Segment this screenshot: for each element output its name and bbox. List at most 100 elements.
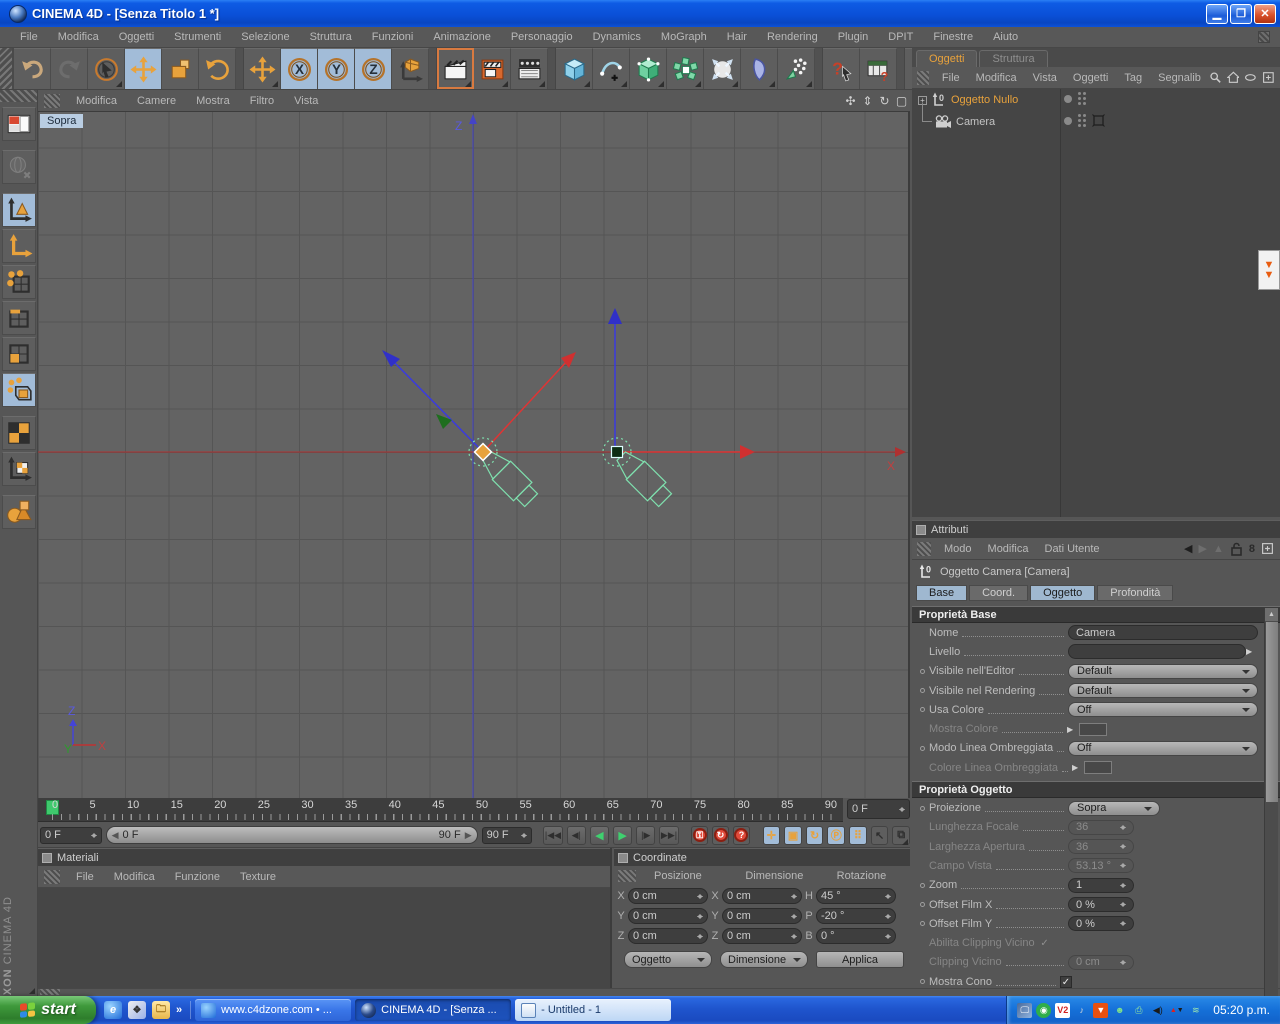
dim-y-field[interactable]: 0 cm	[722, 908, 802, 924]
materials-menu-grip[interactable]	[44, 869, 60, 884]
lock-z-axis-button[interactable]: Z	[355, 48, 392, 89]
visibile-rendering-dropdown[interactable]: Default	[1068, 683, 1258, 699]
tab-base[interactable]: Base	[916, 584, 968, 601]
play-forward-button[interactable]: ▶	[613, 825, 633, 845]
viewport[interactable]: Sopra Z X Z X Y	[38, 112, 910, 798]
tab-profondita[interactable]: Profondità	[1097, 584, 1174, 601]
mat-menu-file[interactable]: File	[66, 869, 104, 885]
lock-x-axis-button[interactable]: X	[281, 48, 318, 89]
menu-aiuto[interactable]: Aiuto	[983, 29, 1028, 45]
record-keyframe-button[interactable]: ⚿	[691, 825, 709, 845]
livello-field[interactable]	[1068, 644, 1246, 660]
editor-visibility-dot[interactable]	[1064, 94, 1072, 103]
task-untitled[interactable]: - Untitled - 1	[515, 999, 672, 1021]
om-menu-modifica[interactable]: Modifica	[968, 70, 1025, 86]
campo-vista-field[interactable]: 53.13 °	[1068, 858, 1134, 874]
toolbar-grip[interactable]	[0, 48, 14, 89]
clipping-vicino-field[interactable]: 0 cm	[1068, 954, 1134, 970]
mat-menu-texture[interactable]: Texture	[230, 869, 286, 885]
lock-icon[interactable]	[1230, 542, 1243, 556]
object-library-icon[interactable]	[1, 495, 36, 529]
vp-menu-mostra[interactable]: Mostra	[186, 93, 240, 109]
scroll-up-icon[interactable]: ▲	[1265, 608, 1278, 621]
scrollbar-thumb[interactable]	[1266, 622, 1278, 802]
rot-b-field[interactable]: 0 °	[816, 928, 896, 944]
live-selection-tool[interactable]	[88, 48, 125, 89]
vp-menu-filtro[interactable]: Filtro	[240, 93, 284, 109]
viewport-maximize-icon[interactable]: ▢	[893, 94, 910, 108]
object-row-null[interactable]: + 0 Oggetto Nullo	[912, 89, 1280, 111]
attr-menu-modo[interactable]: Modo	[936, 541, 980, 557]
mat-menu-modifica[interactable]: Modifica	[104, 869, 165, 885]
mostra-colore-arrow[interactable]: ▶	[1067, 725, 1077, 734]
menu-dynamics[interactable]: Dynamics	[583, 29, 651, 45]
render-visibility-dots[interactable]	[1078, 114, 1086, 127]
quicklaunch-overflow-chevron[interactable]: »	[176, 1004, 182, 1016]
undo-button[interactable]	[14, 48, 51, 89]
render-settings-button[interactable]	[511, 48, 548, 89]
history-depth-icon[interactable]: 8	[1249, 543, 1255, 555]
current-frame-field[interactable]: 0 F	[40, 826, 102, 844]
viewport-menu-grip[interactable]	[44, 93, 60, 108]
object-row-camera[interactable]: Camera	[912, 103, 1280, 133]
render-region-button[interactable]	[474, 48, 511, 89]
rotate-tool[interactable]	[199, 48, 236, 89]
proiezione-dropdown[interactable]: Sopra	[1068, 800, 1160, 816]
add-spline-button[interactable]	[593, 48, 630, 89]
materials-content[interactable]	[38, 888, 610, 988]
record-pla-toggle[interactable]: ⠿	[849, 825, 867, 845]
om-menu-oggetti[interactable]: Oggetti	[1065, 70, 1116, 86]
editor-visibility-dot[interactable]	[1064, 116, 1072, 125]
object-name[interactable]: Oggetto Nullo	[951, 94, 1018, 106]
object-name[interactable]: Camera	[956, 116, 995, 128]
attr-menu-modifica[interactable]: Modifica	[980, 541, 1037, 557]
menu-dpit[interactable]: DPIT	[878, 29, 923, 45]
goto-start-button[interactable]: |◀◀	[543, 825, 563, 845]
render-view-button[interactable]	[437, 48, 474, 89]
task-cinema4d[interactable]: CINEMA 4D - [Senza ...	[355, 999, 512, 1021]
materials-title-bar[interactable]: Materiali	[38, 848, 610, 866]
menu-hair[interactable]: Hair	[717, 29, 757, 45]
add-primitive-button[interactable]	[556, 48, 593, 89]
record-rotation-toggle[interactable]: ↻	[805, 825, 824, 845]
clock[interactable]: 05:20 p.m.	[1213, 1003, 1270, 1017]
add-particles-button[interactable]	[778, 48, 815, 89]
attr-menu-grip[interactable]	[917, 541, 931, 556]
edges-mode-button[interactable]	[1, 301, 36, 335]
lock-y-axis-button[interactable]: Y	[318, 48, 355, 89]
add-array-button[interactable]	[667, 48, 704, 89]
texture-axis-mode-button[interactable]	[1, 452, 36, 486]
history-forward-icon[interactable]: ▶	[1199, 542, 1207, 555]
section-proprieta-base[interactable]: Proprietà Base	[912, 606, 1280, 623]
history-up-icon[interactable]: ▲	[1213, 543, 1224, 555]
wireless-tray-icon[interactable]: ≋	[1188, 1003, 1203, 1018]
tab-struttura[interactable]: Struttura	[979, 50, 1048, 67]
add-environment-button[interactable]	[741, 48, 778, 89]
section-proprieta-oggetto[interactable]: Proprietà Oggetto	[912, 781, 1280, 799]
nome-input[interactable]: Camera	[1068, 625, 1258, 641]
zoom-field[interactable]: 1	[1068, 877, 1134, 893]
dim-x-field[interactable]: 0 cm	[722, 888, 802, 904]
tab-oggetti[interactable]: Oggetti	[916, 50, 978, 67]
command-manager-button[interactable]: ?	[860, 48, 897, 89]
end-frame-field[interactable]: 90 F	[481, 826, 533, 844]
start-button[interactable]: start	[0, 996, 96, 1024]
autokey-button[interactable]: ↻	[712, 825, 730, 845]
tab-coord[interactable]: Coord.	[969, 584, 1029, 601]
tab-oggetto[interactable]: Oggetto	[1030, 584, 1096, 601]
scanner-tray-icon[interactable]: ⎙	[1131, 1003, 1146, 1018]
vp-menu-vista[interactable]: Vista	[284, 93, 328, 109]
menu-animazione[interactable]: Animazione	[423, 29, 500, 45]
flashget-tray-icon[interactable]: ▼	[1093, 1002, 1109, 1018]
apply-button[interactable]: Applica	[816, 951, 904, 968]
layout-icon[interactable]	[1, 107, 36, 141]
attributes-scrollbar[interactable]: ▲ ▼	[1264, 608, 1278, 1024]
frame-field-right[interactable]: 0 F	[847, 799, 910, 819]
history-back-icon[interactable]: ◀	[1184, 542, 1192, 555]
object-tree[interactable]: + 0 Oggetto Nullo Camera	[912, 89, 1280, 517]
ie-quicklaunch-icon[interactable]: e	[104, 1001, 122, 1019]
menubar-grip-icon[interactable]	[1258, 31, 1270, 43]
menu-file[interactable]: File	[10, 29, 48, 45]
menu-finestre[interactable]: Finestre	[923, 29, 983, 45]
folder-quicklaunch-icon[interactable]: 🗀	[152, 1001, 170, 1019]
